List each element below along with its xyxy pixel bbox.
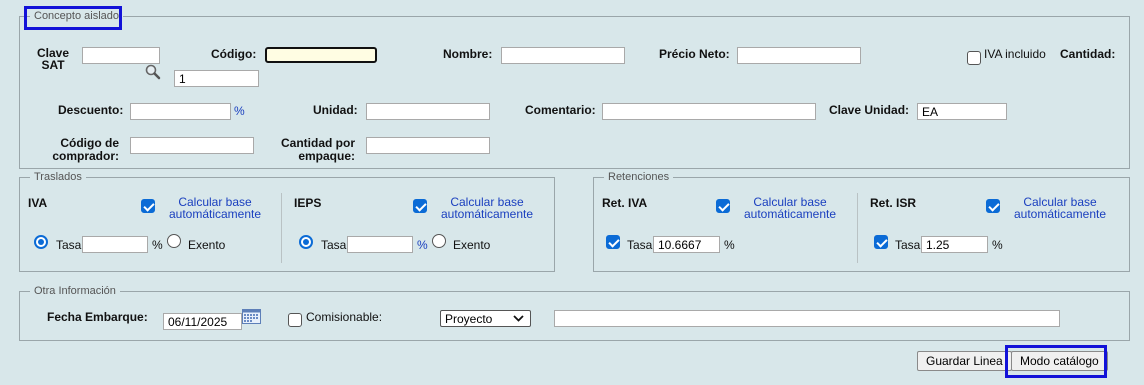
chevron-down-icon [513,315,524,322]
ieps-tasa-input[interactable] [347,236,413,253]
ieps-tasa-radio[interactable] [299,235,313,249]
ret-isr-percent: % [992,238,1003,252]
ieps-exento-label: Exento [453,238,491,252]
ieps-title: IEPS [294,196,322,210]
cantidad-empaque-label: Cantidad por empaque: [281,136,355,163]
ieps-percent: % [417,238,428,252]
descuento-input[interactable] [130,103,231,120]
clave-unidad-label: Clave Unidad: [829,103,910,117]
cantidad-empaque-input[interactable] [366,137,490,154]
clave-sat-input[interactable] [82,47,160,64]
otra-informacion-legend: Otra Información [34,285,116,297]
ret-iva-calc-label[interactable]: Calcular base automáticamente [740,196,840,220]
calendar-icon[interactable] [242,309,261,324]
traslados-section: Traslados [19,171,555,272]
precio-neto-input[interactable] [737,47,861,64]
precio-neto-label: Précio Neto: [659,47,730,61]
ret-isr-calc-checkbox[interactable] [986,199,1000,213]
descuento-percent: % [234,104,245,118]
retenciones-legend: Retenciones [608,171,670,183]
codigo-comprador-label: Código de comprador: [52,136,119,163]
fecha-embarque-input[interactable] [163,313,242,330]
cantidad-label: Cantidad: [1060,47,1116,61]
proyecto-select[interactable]: Proyecto [440,310,531,327]
ret-isr-title: Ret. ISR [870,196,917,210]
ret-iva-tasa-checkbox[interactable] [606,235,620,249]
codigo-comprador-input[interactable] [130,137,254,154]
unidad-label: Unidad: [313,103,358,117]
iva-exento-label: Exento [188,238,226,252]
unidad-input[interactable] [366,103,490,120]
iva-exento-radio[interactable] [167,234,181,248]
proyecto-select-value: Proyecto [445,312,493,326]
iva-incluido-label: IVA incluido [984,47,1046,61]
clave-sat-label: Clave SAT [36,46,70,72]
guardar-linea-button[interactable]: Guardar Linea [917,351,1012,371]
iva-tasa-input[interactable] [82,236,148,253]
comentario-label: Comentario: [525,103,596,117]
retenciones-section: Retenciones [593,171,1130,272]
otra-info-input[interactable] [554,310,1060,327]
ieps-tasa-label: Tasa [321,238,347,252]
clave-unidad-input[interactable] [917,103,1007,120]
ret-iva-percent: % [724,238,735,252]
ieps-calc-label[interactable]: Calcular base automáticamente [437,196,537,220]
ret-iva-calc-checkbox[interactable] [716,199,730,213]
ret-isr-tasa-label: Tasa [895,238,921,252]
iva-calc-label[interactable]: Calcular base automáticamente [165,196,265,220]
descuento-label: Descuento: [58,103,124,117]
ret-iva-tasa-label: Tasa [627,238,653,252]
ret-isr-calc-label[interactable]: Calcular base automáticamente [1010,196,1110,220]
ret-isr-tasa-checkbox[interactable] [874,235,888,249]
iva-tasa-label: Tasa [56,238,82,252]
cantidad-input[interactable] [174,70,259,87]
ieps-exento-radio[interactable] [432,234,446,248]
nombre-label: Nombre: [443,47,493,61]
nombre-input[interactable] [501,47,625,64]
comentario-input[interactable] [602,103,816,120]
iva-tasa-radio[interactable] [34,235,48,249]
comisionable-checkbox[interactable] [288,313,302,327]
ieps-calc-checkbox[interactable] [413,199,427,213]
ret-iva-tasa-input[interactable] [653,236,720,253]
traslados-divider [281,193,282,263]
ret-iva-title: Ret. IVA [602,196,648,210]
iva-title: IVA [28,196,48,210]
traslados-legend: Traslados [34,171,82,183]
iva-calc-checkbox[interactable] [141,199,155,213]
codigo-input[interactable] [265,47,377,63]
fecha-embarque-label: Fecha Embarque: [47,310,148,324]
legend-highlight [24,6,122,30]
iva-percent: % [152,238,163,252]
ret-isr-tasa-input[interactable] [921,236,988,253]
comisionable-label: Comisionable: [306,310,383,324]
magnifier-icon[interactable] [144,63,162,81]
retenciones-divider [857,193,858,263]
modo-catalogo-highlight [1005,345,1107,378]
codigo-label: Código: [211,47,257,61]
iva-incluido-checkbox[interactable] [967,51,981,65]
